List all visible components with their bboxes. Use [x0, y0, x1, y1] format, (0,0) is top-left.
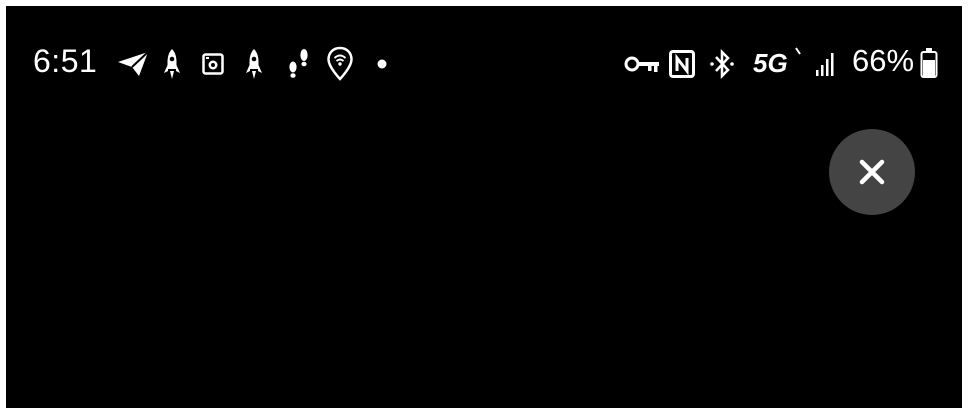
rocket-icon [164, 49, 180, 79]
signal-strength-icon [795, 47, 834, 76]
screen: 6:51 5G 66% [6, 6, 962, 408]
location-pin-icon [327, 46, 353, 81]
footsteps-icon [289, 49, 308, 78]
rocket-icon [246, 49, 262, 79]
network-type-label: 5G [753, 48, 788, 78]
nfc-icon [669, 50, 695, 78]
notification-dot-icon [377, 59, 387, 69]
camera-icon [202, 53, 224, 75]
battery-icon [920, 48, 938, 78]
telegram-icon [118, 51, 149, 76]
vpn-key-icon [624, 56, 659, 72]
bluetooth-icon [710, 48, 734, 80]
battery-percent: 66% [852, 43, 915, 78]
clock: 6:51 [33, 43, 98, 79]
status-bar: 6:51 5G 66% [6, 6, 962, 118]
close-button[interactable] [829, 129, 915, 215]
close-icon [859, 159, 885, 185]
